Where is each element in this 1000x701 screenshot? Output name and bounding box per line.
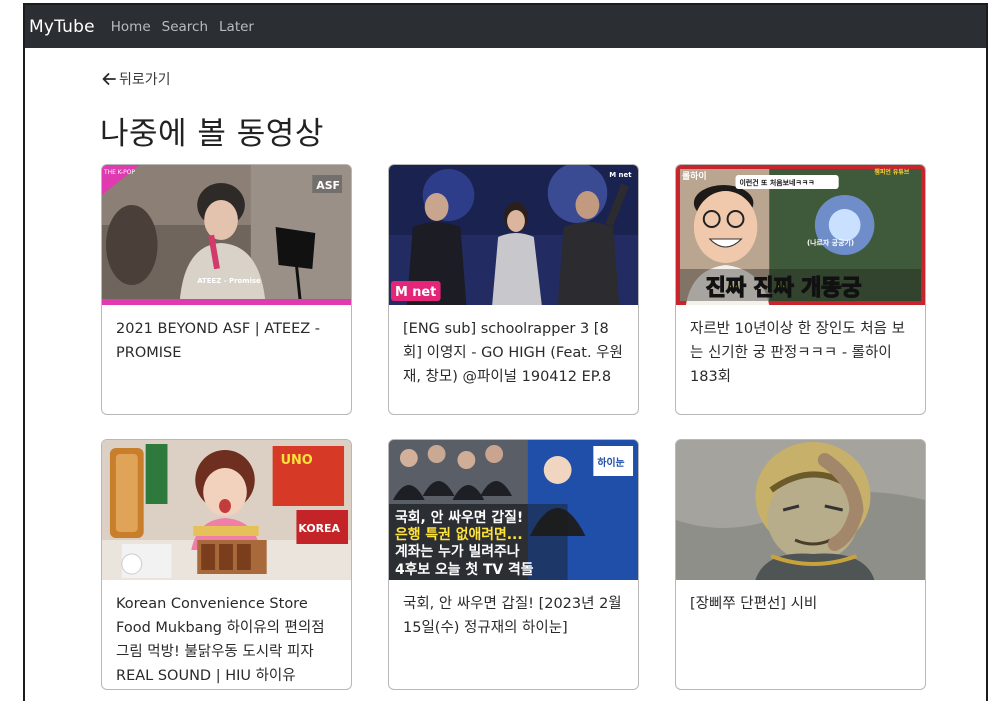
browser-frame: MyTube Home Search Later 뒤로가기 나중에 볼 동영상 [23, 3, 988, 701]
thumbnail-logo: M net [395, 285, 436, 300]
video-thumbnail[interactable] [676, 440, 925, 580]
thumbnail-speech: 이런건 또 처음보네ㅋㅋㅋ [739, 178, 814, 187]
nav-link-home[interactable]: Home [111, 19, 151, 35]
page-title: 나중에 볼 동영상 [100, 116, 324, 152]
thumbnail-headline-1: 국회, 안 싸우면 갑질! [395, 509, 523, 526]
brand-logo[interactable]: MyTube [29, 17, 95, 37]
thumbnail-logo: 하이눈 [597, 456, 624, 469]
video-card[interactable]: UNO KOREA Korean Convenience Store Food … [101, 439, 352, 690]
back-link-label: 뒤로가기 [119, 72, 171, 88]
video-title[interactable]: Korean Convenience Store Food Mukbang 하이… [102, 580, 351, 688]
video-thumbnail[interactable]: M net M net [389, 165, 638, 305]
thumbnail-logo: ASF [316, 179, 340, 192]
thumbnail-product-label: UNO [281, 453, 313, 468]
thumbnail-caption: ATEEZ - Promise [197, 277, 261, 285]
thumbnail-headline-4: 4후보 오늘 첫 TV 격돌 [395, 561, 534, 578]
video-grid: THE K-POP ASF ATEEZ - Promise 2021 BEYON… [101, 164, 927, 690]
video-title[interactable]: [ENG sub] schoolrapper 3 [8회] 이영지 - GO H… [389, 305, 638, 389]
thumbnail-badge: 챔피언 유튜브 [874, 168, 909, 176]
video-thumbnail[interactable]: UNO KOREA [102, 440, 351, 580]
nav-link-later[interactable]: Later [219, 19, 254, 35]
video-card[interactable]: 이런건 또 처음보네ㅋㅋㅋ 롤하이 챔피언 유튜브 (나르자 궁궁기) 진짜 진… [675, 164, 926, 415]
video-title[interactable]: 국회, 안 싸우면 갑질! [2023년 2월 15일(수) 정규재의 하이눈] [389, 580, 638, 640]
back-link[interactable]: 뒤로가기 [101, 69, 171, 89]
video-card[interactable]: [장삐쭈 단편선] 시비 [675, 439, 926, 690]
video-thumbnail[interactable]: 이런건 또 처음보네ㅋㅋㅋ 롤하이 챔피언 유튜브 (나르자 궁궁기) 진짜 진… [676, 165, 925, 305]
video-thumbnail[interactable]: THE K-POP ASF ATEEZ - Promise [102, 165, 351, 305]
video-title[interactable]: 자르반 10년이상 한 장인도 처음 보는 신기한 궁 판정ㅋㅋㅋ - 롤하이 … [676, 305, 925, 389]
video-thumbnail[interactable]: 하이눈 국회, 안 싸우면 갑질! 은행 특권 없애려면... 계좌는 누가 빌… [389, 440, 638, 580]
nav-link-search[interactable]: Search [162, 19, 208, 35]
arrow-left-icon [102, 73, 116, 85]
thumbnail-badge: THE K-POP [103, 169, 135, 176]
thumbnail-caption: (나르자 궁궁기) [807, 238, 854, 247]
screenshot-viewport: MyTube Home Search Later 뒤로가기 나중에 볼 동영상 [0, 0, 1000, 701]
video-title[interactable]: 2021 BEYOND ASF | ATEEZ - PROMISE [102, 305, 351, 365]
video-card[interactable]: M net M net [ENG sub] schoolrapper 3 [8회… [388, 164, 639, 415]
thumbnail-headline-2: 은행 특권 없애려면... [395, 526, 523, 543]
thumbnail-headline-3: 계좌는 누가 빌려주나 [395, 543, 520, 560]
thumbnail-logo: 롤하이 [682, 170, 707, 182]
thumbnail-corner-logo: M net [609, 171, 632, 179]
video-card[interactable]: THE K-POP ASF ATEEZ - Promise 2021 BEYON… [101, 164, 352, 415]
thumbnail-headline: 진짜 진짜 개똥궁 [706, 276, 862, 301]
top-navbar: MyTube Home Search Later [25, 5, 986, 48]
video-card[interactable]: 하이눈 국회, 안 싸우면 갑질! 은행 특권 없애려면... 계좌는 누가 빌… [388, 439, 639, 690]
thumbnail-box-label: KOREA [298, 522, 340, 535]
video-title[interactable]: [장삐쭈 단편선] 시비 [676, 580, 925, 616]
